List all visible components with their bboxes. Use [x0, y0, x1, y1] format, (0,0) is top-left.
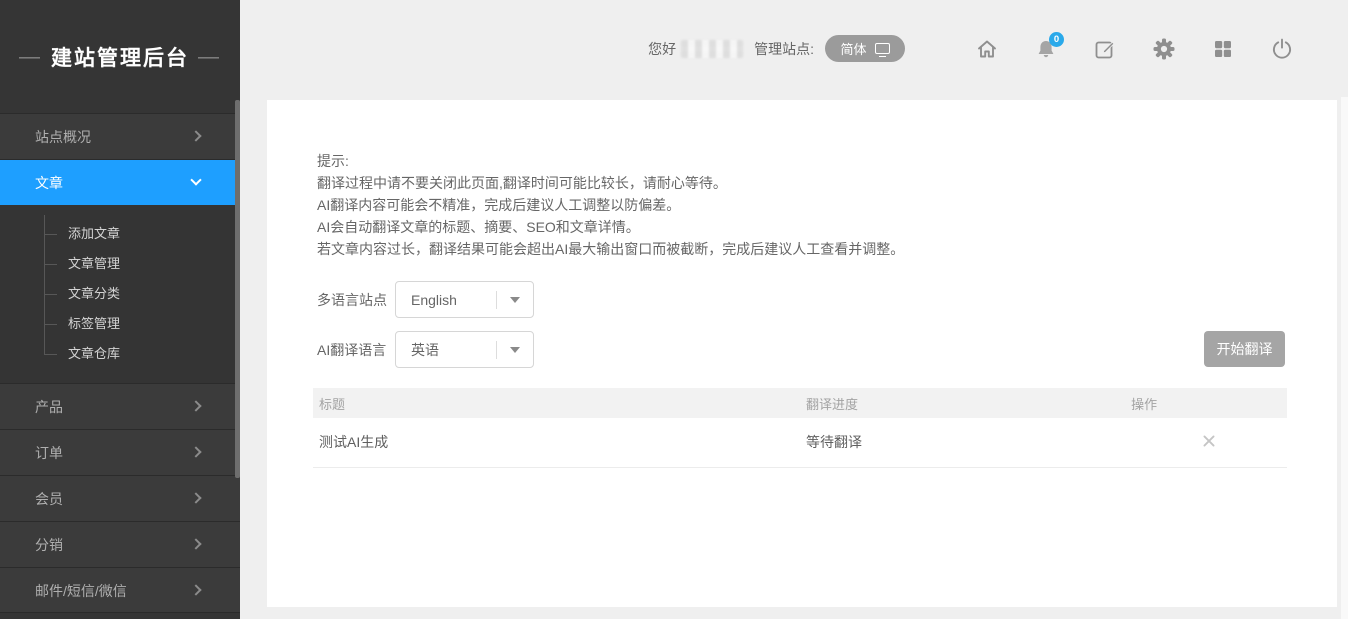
username-redacted [681, 40, 743, 58]
close-icon[interactable] [1198, 430, 1220, 452]
site-language-label: 简体 [840, 39, 866, 58]
chevron-right-icon [190, 492, 201, 503]
home-icon[interactable] [975, 37, 999, 61]
sidebar-item-member[interactable]: 会员 [0, 475, 240, 521]
sidebar-subitem-tag-manage[interactable]: 标签管理 [0, 309, 240, 339]
tips-line: AI会自动翻译文章的标题、摘要、SEO和文章详情。 [317, 216, 904, 238]
sidebar-subitem-article-manage[interactable]: 文章管理 [0, 249, 240, 279]
cell-progress: 等待翻译 [800, 418, 1131, 467]
sidebar-item-product[interactable]: 产品 [0, 383, 240, 429]
title-dash-right: — [198, 45, 221, 69]
manage-site-label: 管理站点: [754, 39, 814, 59]
caret-down-icon [510, 297, 520, 303]
title-dash-left: — [19, 45, 42, 69]
sidebar-submenu-article: 添加文章 文章管理 文章分类 标签管理 文章仓库 [0, 205, 240, 383]
topbar: 您好 管理站点: 简体 0 [240, 0, 1348, 97]
ai-language-label: AI翻译语言 [317, 340, 395, 360]
sidebar: — 建站管理后台 — 站点概况 文章 添加文章 文章管理 文章分类 标签管理 文… [0, 0, 240, 619]
sidebar-item-label: 站点概况 [35, 129, 91, 145]
sidebar-item-mail-sms-wechat[interactable]: 邮件/短信/微信 [0, 567, 240, 613]
sidebar-subitem-add-article[interactable]: 添加文章 [0, 219, 240, 249]
sidebar-item-label: 会员 [35, 491, 63, 507]
main-card: 提示: 翻译过程中请不要关闭此页面,翻译时间可能比较长，请耐心等待。 AI翻译内… [267, 100, 1337, 607]
sidebar-item-label: 订单 [35, 445, 63, 461]
sidebar-subitem-article-category[interactable]: 文章分类 [0, 279, 240, 309]
sidebar-item-label: 产品 [35, 399, 63, 415]
sidebar-item-label: 文章 [35, 175, 63, 191]
tips-line: AI翻译内容可能会不精准，完成后建议人工调整以防偏差。 [317, 194, 904, 216]
column-header-action: 操作 [1131, 388, 1287, 418]
app-title: — 建站管理后台 — [0, 0, 240, 113]
chevron-right-icon [190, 538, 201, 549]
grid-icon[interactable] [1211, 37, 1235, 61]
sidebar-item-article[interactable]: 文章 [0, 159, 240, 205]
multilang-site-select[interactable]: English [395, 281, 534, 318]
cell-article-title: 测试AI生成 [313, 418, 800, 467]
chevron-right-icon [190, 584, 201, 595]
column-header-title: 标题 [313, 388, 800, 418]
ai-language-value: 英语 [396, 340, 496, 360]
table-row: 测试AI生成 等待翻译 [313, 418, 1287, 467]
bell-icon[interactable]: 0 [1034, 37, 1058, 61]
multilang-site-value: English [396, 292, 496, 308]
select-caret-zone [497, 297, 533, 303]
caret-down-icon [510, 347, 520, 353]
sidebar-item-label: 邮件/短信/微信 [35, 583, 127, 599]
monitor-icon [875, 43, 890, 54]
greeting-text: 您好 [648, 39, 676, 59]
chevron-right-icon [190, 446, 201, 457]
start-translate-button[interactable]: 开始翻译 [1204, 331, 1285, 367]
chevron-right-icon [190, 130, 201, 141]
translation-table: 标题 翻译进度 操作 测试AI生成 等待翻译 [313, 388, 1287, 468]
site-language-pill[interactable]: 简体 [825, 35, 905, 62]
power-icon[interactable] [1270, 37, 1294, 61]
select-caret-zone [497, 347, 533, 353]
sidebar-item-overview[interactable]: 站点概况 [0, 113, 240, 159]
app-title-text: 建站管理后台 [51, 42, 189, 72]
sidebar-subitem-article-repo[interactable]: 文章仓库 [0, 339, 240, 369]
multilang-site-label: 多语言站点 [317, 290, 395, 310]
notification-badge: 0 [1049, 32, 1064, 47]
tips-block: 提示: 翻译过程中请不要关闭此页面,翻译时间可能比较长，请耐心等待。 AI翻译内… [317, 150, 904, 260]
tips-line: 若文章内容过长，翻译结果可能会超出AI最大输出窗口而被截断，完成后建议人工查看并… [317, 238, 904, 260]
column-header-progress: 翻译进度 [800, 388, 1131, 418]
gear-icon[interactable] [1152, 37, 1176, 61]
tips-title: 提示: [317, 150, 904, 172]
content-scrollbar[interactable] [1341, 97, 1348, 619]
table-header-row: 标题 翻译进度 操作 [313, 388, 1287, 418]
ai-language-select[interactable]: 英语 [395, 331, 534, 368]
multilang-site-row: 多语言站点 English [317, 281, 534, 318]
sidebar-item-label: 分销 [35, 537, 63, 553]
sidebar-item-order[interactable]: 订单 [0, 429, 240, 475]
sidebar-scrollbar[interactable] [235, 100, 240, 478]
sidebar-menu: 站点概况 文章 添加文章 文章管理 文章分类 标签管理 文章仓库 产品 订单 会… [0, 113, 240, 613]
ai-language-row: AI翻译语言 英语 [317, 331, 534, 368]
chevron-right-icon [190, 400, 201, 411]
edit-icon[interactable] [1093, 37, 1117, 61]
sidebar-item-distribution[interactable]: 分销 [0, 521, 240, 567]
chevron-down-icon [190, 174, 201, 185]
tips-line: 翻译过程中请不要关闭此页面,翻译时间可能比较长，请耐心等待。 [317, 172, 904, 194]
